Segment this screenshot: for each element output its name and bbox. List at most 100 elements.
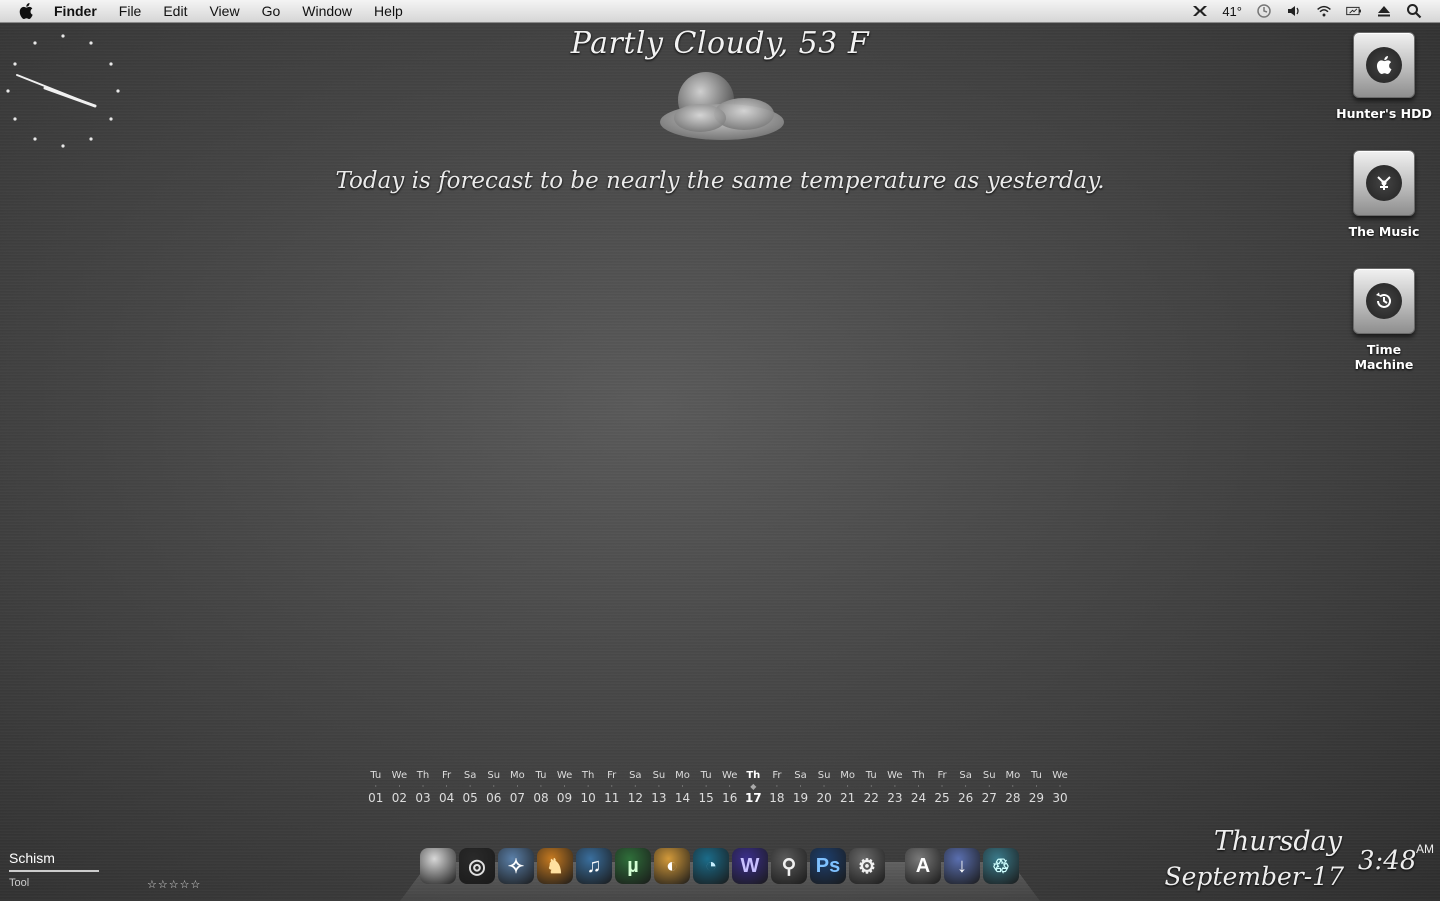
time-machine-icon [1376,292,1391,308]
safari-app-icon[interactable]: ✧ [498,848,534,884]
calendar-date: 22 [863,791,879,805]
wifi-icon[interactable] [1316,3,1332,19]
menu-go[interactable]: Go [251,0,292,22]
day-dot-icon: · [822,782,826,791]
menu-view[interactable]: View [198,0,250,22]
calendar-day: Fr · 18 [765,770,789,805]
calendar-date: 27 [981,791,997,805]
applications-stack-icon[interactable]: A [905,848,941,884]
calendar-date: 18 [769,791,785,805]
temperature-readout[interactable]: 41° [1222,4,1242,19]
calendar-day: Su · 27 [977,770,1001,805]
drive-label[interactable]: The Music [1336,224,1432,239]
calendar-day: We · 16 [718,770,742,805]
calendar-date: 04 [438,791,455,805]
calendar-date: 14 [674,791,691,805]
firewire-icon [1377,176,1391,190]
calendar-weekday: Mo [675,770,690,781]
calendar-weekday: We [887,770,903,781]
firefox-app-icon[interactable]: ♞ [537,848,573,884]
partly-cloudy-night-icon [652,66,792,150]
system-preferences-app-icon[interactable]: ⚙ [849,848,885,884]
calendar-date: 06 [486,791,502,805]
calendar-date: 29 [1028,791,1045,805]
calendar-day: Sa · 05 [458,770,482,805]
calendar-day: Mo · 14 [671,770,695,805]
day-dot-icon: · [563,782,566,791]
menu-finder[interactable]: Finder [48,0,108,22]
calendar-weekday: Su [817,770,831,781]
calendar-day: Tu · 08 [529,770,553,805]
calendar-day: Sa · 12 [624,770,648,805]
calendar-weekday: Fr [772,770,782,781]
dashboard-app-icon[interactable]: ◎ [459,848,495,884]
hard-drive-icon[interactable] [1353,32,1415,98]
calendar-weekday: Tu [370,770,382,781]
drive-label[interactable]: Hunter's HDD [1336,106,1432,121]
track-progress-bar[interactable] [9,870,99,872]
calendar-weekday: We [391,770,408,781]
external-drive-icon[interactable] [1353,150,1415,216]
apple-menu-icon[interactable] [18,3,34,19]
trash-app-icon[interactable]: ♲ [983,848,1019,884]
calendar-day: Sa · 26 [954,770,978,805]
calendar-date: 12 [627,791,643,805]
day-dot-icon: · [634,782,637,791]
photoshop-app-icon[interactable]: Ps [810,848,846,884]
date-label: September-17 [1164,862,1344,891]
adium-app-icon[interactable]: ◐ [654,848,690,884]
calendar-date: 16 [722,791,738,805]
eject-icon[interactable] [1376,3,1392,19]
calendar-weekday: Th [581,770,595,781]
calendar-day: We · 23 [883,770,907,805]
menu-extras: 41° [1192,3,1440,19]
day-dot-icon: · [964,782,967,791]
calendar-weekday: Tu [865,770,877,781]
menu-window[interactable]: Window [291,0,363,22]
spotlight-icon[interactable] [1406,3,1422,19]
calendar-weekday: We [556,770,573,781]
drive-the-music[interactable]: The Music [1336,150,1432,239]
track-rating[interactable]: ☆☆☆☆☆ [147,878,201,891]
drive-hunters-hdd[interactable]: Hunter's HDD [1336,32,1432,121]
weekday-label: Thursday [1213,826,1342,857]
day-dot-icon: · [1011,782,1015,791]
calendar-day: We · 09 [553,770,577,805]
day-dot-icon: · [681,782,684,791]
menu-file[interactable]: File [108,0,153,22]
calendar-day: Su · 20 [812,770,836,805]
day-dot-icon: · [516,782,519,791]
time-machine-icon[interactable] [1256,3,1272,19]
calendar-date: 03 [415,791,431,805]
calendar-date: 02 [391,791,408,805]
battery-icon[interactable] [1346,3,1362,19]
volume-icon[interactable] [1286,3,1302,19]
backup-drive-icon[interactable] [1353,268,1415,334]
calendar-weekday: Sa [794,770,807,781]
preview-app-icon[interactable]: ⚲ [771,848,807,884]
camino-app-icon[interactable]: ◔ [693,848,729,884]
calendar-day: Th · 24 [907,770,931,805]
downloads-stack-icon[interactable]: ↓ [944,848,980,884]
wolf-app-icon[interactable]: W [732,848,768,884]
tools-icon[interactable] [1192,3,1208,19]
calendar-day-today: Th ◆ 17 [742,770,766,805]
drive-label[interactable]: Time Machine [1336,342,1432,372]
calendar-weekday: We [721,770,738,781]
finder-app-icon[interactable] [420,848,456,884]
calendar-weekday: Th [746,770,761,781]
calendar-weekday: Su [982,770,996,781]
calendar-day: Su · 13 [647,770,671,805]
calendar-day: Fr · 04 [435,770,459,805]
menu-edit[interactable]: Edit [152,0,198,22]
itunes-app-icon[interactable]: ♫ [576,848,612,884]
dock-separator [888,848,902,884]
drive-time-machine[interactable]: Time Machine [1336,268,1432,372]
calendar-day: Tu · 01 [364,770,388,805]
menu-help[interactable]: Help [363,0,414,22]
calendar-date: 17 [744,791,762,805]
utorrent-app-icon[interactable]: µ [615,848,651,884]
calendar-date: 01 [368,791,384,805]
calendar-day: Tu · 29 [1025,770,1049,805]
now-playing-widget[interactable]: Schism Tool ☆☆☆☆☆ [9,850,219,891]
